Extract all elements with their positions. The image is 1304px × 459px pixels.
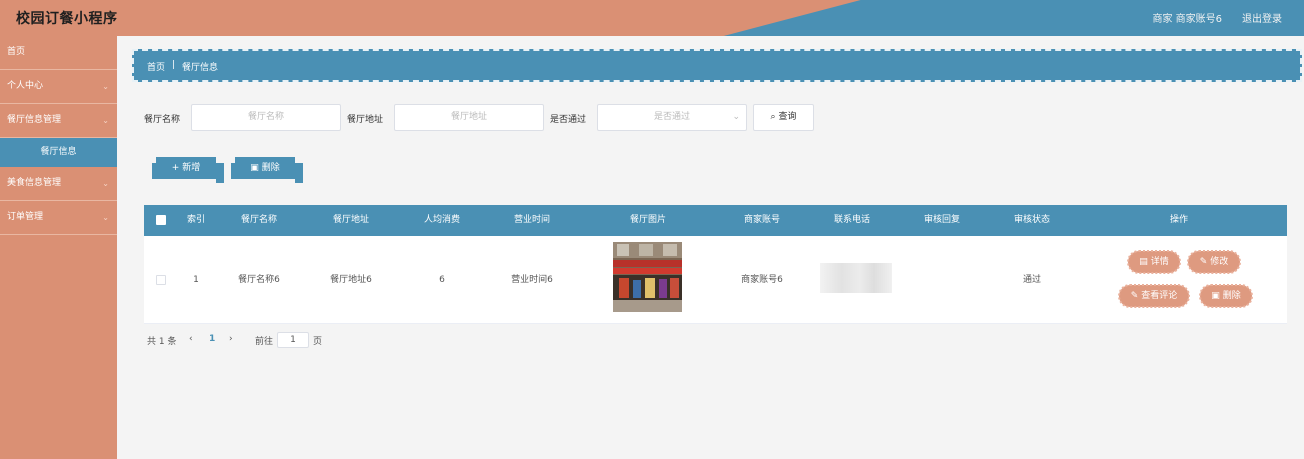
document-icon: ▤: [1139, 257, 1148, 267]
row-delete-button[interactable]: ▣ 删除: [1199, 284, 1253, 308]
cell-reply: [902, 236, 982, 324]
edit-button[interactable]: ✎ 修改: [1187, 250, 1241, 274]
col-merchant: 商家账号: [743, 215, 780, 225]
view-reviews-button-label: 查看评论: [1141, 291, 1178, 301]
trash-icon: ▣: [1211, 291, 1220, 301]
table-row: 1 餐厅名称6 餐厅地址6 6 营业时间6 商家账号6 通过 ▤ 详情 ✎ 修改…: [144, 236, 1287, 324]
col-status: 审核状态: [1013, 215, 1050, 225]
view-reviews-button[interactable]: ✎ 查看评论: [1118, 284, 1190, 308]
cell-avg-cost: 6: [439, 275, 445, 285]
page-unit-label: 页: [313, 337, 323, 347]
restaurant-table: 索引 餐厅名称 餐厅地址 人均消费 营业时间 餐厅图片 商家账号 联系电话 审核…: [144, 205, 1287, 324]
col-hours: 营业时间: [513, 215, 550, 225]
delete-button-label: 删除: [261, 163, 280, 173]
delete-button[interactable]: ▣ 删除: [231, 157, 303, 183]
sidebar-item-label: 订单管理: [7, 212, 44, 222]
app-title: 校园订餐小程序: [16, 11, 118, 27]
detail-button-label: 详情: [1150, 257, 1169, 267]
col-address: 餐厅地址: [332, 215, 369, 225]
restaurant-image[interactable]: [613, 242, 682, 312]
col-name: 餐厅名称: [240, 215, 277, 225]
add-button-label: 新增: [182, 163, 201, 173]
pass-status-placeholder: 是否通过: [653, 112, 690, 122]
breadcrumb-home[interactable]: 首页: [147, 60, 165, 73]
sidebar-item-label: 美食信息管理: [7, 178, 62, 188]
detail-button[interactable]: ▤ 详情: [1127, 250, 1181, 274]
cell-status: 通过: [1022, 275, 1041, 285]
add-button[interactable]: + 新增: [152, 157, 224, 183]
sidebar-item-personal-center[interactable]: 个人中心 ⌄: [0, 70, 117, 104]
sidebar-item-restaurant-info[interactable]: 餐厅信息: [0, 138, 117, 167]
row-delete-button-label: 删除: [1222, 291, 1241, 301]
chevron-down-icon: ⌄: [102, 116, 109, 125]
sidebar-item-order-management[interactable]: 订单管理 ⌄: [0, 201, 117, 235]
pagination: 共 1 条 ‹ 1 › 前往 1 页: [147, 332, 547, 349]
restaurant-name-input[interactable]: 餐厅名称: [191, 104, 341, 131]
col-phone: 联系电话: [833, 215, 870, 225]
chevron-down-icon: ⌄: [102, 179, 109, 188]
breadcrumb-current: 餐厅信息: [182, 63, 219, 73]
chevron-down-icon: ⌄: [102, 213, 109, 222]
col-reply: 审核回复: [923, 215, 960, 225]
query-button[interactable]: ⌕ 查询: [753, 104, 814, 131]
current-user: 商家 商家账号6: [1152, 14, 1222, 25]
restaurant-address-input[interactable]: 餐厅地址: [394, 104, 544, 131]
logout-link[interactable]: 退出登录: [1242, 10, 1282, 25]
col-image: 餐厅图片: [629, 215, 666, 225]
cell-name: 餐厅名称6: [238, 275, 280, 285]
next-page-button[interactable]: ›: [229, 334, 233, 344]
pagination-total: 共 1 条: [147, 337, 177, 347]
row-checkbox[interactable]: [156, 275, 166, 285]
col-index: 索引: [186, 215, 205, 225]
restaurant-address-label: 餐厅地址: [347, 115, 384, 125]
main-content: 首页 | 餐厅信息 餐厅名称 餐厅名称 餐厅地址 餐厅地址 是否通过 是否通过 …: [117, 36, 1304, 459]
pencil-icon: ✎: [1199, 257, 1208, 267]
prev-page-button[interactable]: ‹: [189, 334, 193, 344]
pencil-icon: ✎: [1130, 291, 1139, 301]
col-avg-cost: 人均消费: [423, 215, 460, 225]
search-icon: ⌕: [770, 112, 776, 122]
pass-status-label: 是否通过: [550, 115, 587, 125]
col-actions: 操作: [1169, 215, 1188, 225]
cell-hours: 营业时间6: [511, 275, 553, 285]
trash-icon: ▣: [250, 163, 259, 173]
chevron-down-icon: ⌄: [102, 82, 109, 91]
restaurant-name-label: 餐厅名称: [144, 115, 181, 125]
goto-page-input[interactable]: 1: [277, 332, 309, 348]
sidebar-item-home[interactable]: 首页: [0, 36, 117, 70]
breadcrumb: 首页 | 餐厅信息: [132, 49, 1302, 82]
goto-label: 前往: [255, 337, 274, 347]
cell-index: 1: [193, 275, 199, 285]
cell-merchant: 商家账号6: [741, 275, 783, 285]
page-number-current[interactable]: 1: [209, 334, 215, 344]
top-header: 校园订餐小程序 商家 商家账号6 退出登录: [0, 0, 1304, 36]
sidebar-item-label: 餐厅信息: [40, 147, 77, 157]
search-form: 餐厅名称 餐厅名称 餐厅地址 餐厅地址 是否通过 是否通过 ⌄ ⌕ 查询: [144, 104, 844, 132]
sidebar-item-restaurant-management[interactable]: 餐厅信息管理 ⌄: [0, 104, 117, 138]
storefront-photo: [613, 242, 682, 312]
query-button-label: 查询: [778, 112, 797, 122]
chevron-down-icon: ⌄: [732, 112, 740, 122]
header-blue-band: [723, 0, 1304, 36]
edit-button-label: 修改: [1210, 257, 1229, 267]
breadcrumb-separator: |: [172, 60, 176, 70]
cell-phone-redacted: [820, 263, 892, 293]
select-all-checkbox[interactable]: [156, 215, 166, 225]
sidebar: 首页 个人中心 ⌄ 餐厅信息管理 ⌄ 餐厅信息 美食信息管理 ⌄ 订单管理 ⌄: [0, 36, 117, 459]
cell-address: 餐厅地址6: [330, 275, 372, 285]
sidebar-item-label: 餐厅信息管理: [7, 115, 62, 125]
plus-icon: +: [171, 163, 180, 173]
table-header: 索引 餐厅名称 餐厅地址 人均消费 营业时间 餐厅图片 商家账号 联系电话 审核…: [144, 205, 1287, 236]
sidebar-item-label: 个人中心: [7, 81, 44, 91]
sidebar-item-food-management[interactable]: 美食信息管理 ⌄: [0, 167, 117, 201]
pass-status-select[interactable]: 是否通过 ⌄: [597, 104, 747, 131]
sidebar-item-label: 首页: [7, 47, 26, 57]
